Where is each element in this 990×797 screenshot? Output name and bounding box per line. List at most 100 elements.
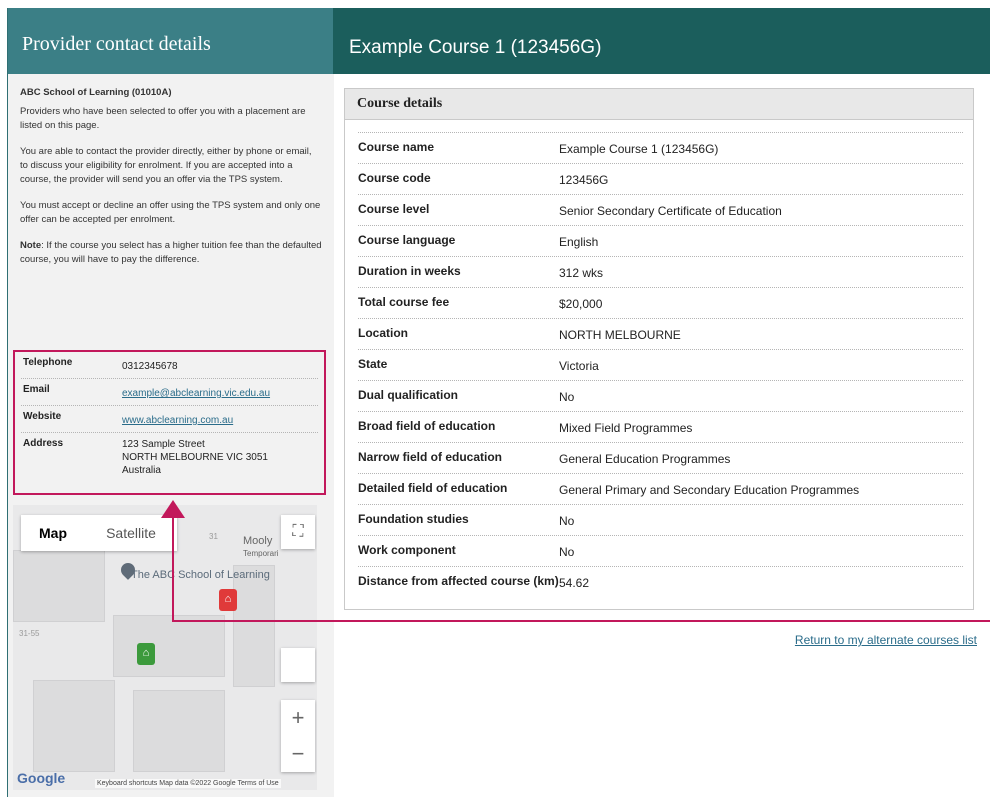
email-link[interactable]: example@abclearning.vic.edu.au	[122, 388, 270, 399]
website-link[interactable]: www.abclearning.com.au	[122, 415, 233, 426]
map-building	[133, 690, 225, 772]
annotation-arrow-line	[172, 516, 174, 622]
note-paragraph: Note: If the course you select has a hig…	[20, 239, 322, 267]
map-building	[13, 550, 105, 622]
address-line-2: NORTH MELBOURNE VIC 3051	[122, 452, 268, 463]
email-value-cell: example@abclearning.vic.edu.au	[122, 379, 318, 405]
top-frame	[0, 0, 990, 8]
google-logo: Google	[17, 770, 66, 786]
address-value: 123 Sample Street NORTH MELBOURNE VIC 30…	[122, 433, 318, 482]
detail-row: Duration in weeks 312 wks	[358, 256, 963, 287]
address-label: Address	[23, 438, 64, 449]
detail-row: Total course fee $20,000	[358, 287, 963, 318]
map-building	[113, 615, 225, 677]
detail-label: Dual qualification	[358, 388, 459, 402]
detail-label: Course code	[358, 171, 431, 185]
detail-value: Example Course 1 (123456G)	[559, 142, 719, 156]
course-details-panel: Course details Course name Example Course…	[344, 88, 974, 610]
detail-row: State Victoria	[358, 349, 963, 380]
detail-row: Narrow field of education General Educati…	[358, 442, 963, 473]
detail-value: No	[559, 514, 575, 528]
contact-row-telephone: Telephone 0312345678	[21, 352, 318, 379]
detail-value: Mixed Field Programmes	[559, 421, 693, 435]
detail-row: Course language English	[358, 225, 963, 256]
info-paragraph-1: Providers who have been selected to offe…	[20, 106, 306, 131]
detail-label: Total course fee	[358, 295, 450, 309]
detail-value: NORTH MELBOURNE	[559, 328, 681, 342]
street-number: 31	[209, 532, 218, 541]
panel-title: Course details	[345, 89, 973, 120]
detail-value: Senior Secondary Certificate of Educatio…	[559, 204, 782, 218]
detail-value: English	[559, 235, 599, 249]
fullscreen-icon[interactable]: ⛶	[281, 515, 315, 549]
street-name: Mooly	[243, 535, 273, 547]
pegman-icon[interactable]	[281, 648, 315, 682]
detail-value: 54.62	[559, 576, 590, 590]
detail-row: Course level Senior Secondary Certificate…	[358, 194, 963, 225]
detail-value: 312 wks	[559, 266, 604, 280]
detail-row: Location NORTH MELBOURNE	[358, 318, 963, 349]
info-paragraph-2: You are able to contact the provider dir…	[20, 146, 312, 185]
detail-row: Work component No	[358, 535, 963, 566]
telephone-value: 0312345678	[122, 361, 178, 372]
email-label: Email	[23, 384, 50, 395]
detail-row: Broad field of education Mixed Field Prog…	[358, 411, 963, 442]
detail-row: Detailed field of education General Prima…	[358, 473, 963, 504]
street-sub: Temporari	[243, 549, 279, 558]
website-label: Website	[23, 411, 62, 422]
street-label: Mooly Temporari	[243, 535, 279, 559]
detail-value: 123456G	[559, 173, 609, 187]
detail-value: No	[559, 390, 575, 404]
alt-school-marker-icon[interactable]: ⌂	[137, 643, 155, 665]
detail-label: State	[358, 357, 388, 371]
zoom-in-button[interactable]: +	[281, 700, 315, 736]
detail-row: Dual qualification No	[358, 380, 963, 411]
map-tab[interactable]: Map	[21, 515, 85, 551]
contact-row-email: Email example@abclearning.vic.edu.au	[21, 379, 318, 406]
info-paragraph-3: You must accept or decline an offer usin…	[20, 200, 321, 225]
provider-map[interactable]: Map Satellite 31 Mooly Temporari The ABC …	[13, 505, 317, 790]
address-line-3: Australia	[122, 465, 161, 476]
address-line-1: 123 Sample Street	[122, 439, 205, 450]
website-value-cell: www.abclearning.com.au	[122, 406, 318, 432]
detail-row: Course code 123456G	[358, 163, 963, 194]
contact-details-box: Telephone 0312345678 Email example@abcle…	[13, 350, 326, 495]
detail-row: Foundation studies No	[358, 504, 963, 535]
detail-label: Distance from affected course (km)	[358, 574, 559, 588]
detail-label: Work component	[358, 543, 456, 557]
contact-row-address: Address 123 Sample Street NORTH MELBOURN…	[21, 433, 318, 482]
sidebar-title: Provider contact details	[8, 8, 334, 74]
detail-label: Location	[358, 326, 408, 340]
detail-label: Course level	[358, 202, 430, 216]
zoom-control: + −	[281, 700, 315, 772]
detail-value: General Primary and Secondary Education …	[559, 483, 860, 497]
contact-row-website: Website www.abclearning.com.au	[21, 406, 318, 433]
detail-label: Narrow field of education	[358, 450, 503, 464]
return-to-alternate-courses-link[interactable]: Return to my alternate courses list	[795, 633, 977, 647]
detail-label: Foundation studies	[358, 512, 469, 526]
detail-label: Course name	[358, 140, 435, 154]
school-marker-icon[interactable]: ⌂	[219, 589, 237, 611]
note-label: Note	[20, 240, 42, 251]
map-footer[interactable]: Keyboard shortcuts Map data ©2022 Google…	[95, 779, 281, 788]
course-header-title: Example Course 1 (123456G)	[333, 8, 990, 74]
satellite-tab[interactable]: Satellite	[85, 515, 177, 551]
detail-value: General Education Programmes	[559, 452, 731, 466]
street-number: 31-55	[19, 629, 40, 638]
detail-row: Distance from affected course (km) 54.62	[358, 566, 963, 607]
detail-label: Broad field of education	[358, 419, 496, 433]
zoom-out-button[interactable]: −	[281, 736, 315, 772]
detail-label: Course language	[358, 233, 456, 247]
map-building	[233, 565, 275, 687]
map-building	[33, 680, 115, 772]
detail-value: $20,000	[559, 297, 603, 311]
detail-row: Course name Example Course 1 (123456G)	[358, 132, 963, 163]
telephone-label: Telephone	[23, 357, 73, 368]
provider-name: ABC School of Learning (01010A)	[20, 87, 172, 98]
annotation-arrow-line	[172, 620, 990, 622]
map-type-tabs: Map Satellite	[21, 515, 177, 551]
detail-label: Duration in weeks	[358, 264, 461, 278]
course-details-list: Course name Example Course 1 (123456G) Co…	[358, 132, 963, 607]
sidebar-body: ABC School of Learning (01010A) Provider…	[8, 74, 334, 267]
place-label[interactable]: The ABC School of Learning	[131, 569, 270, 581]
